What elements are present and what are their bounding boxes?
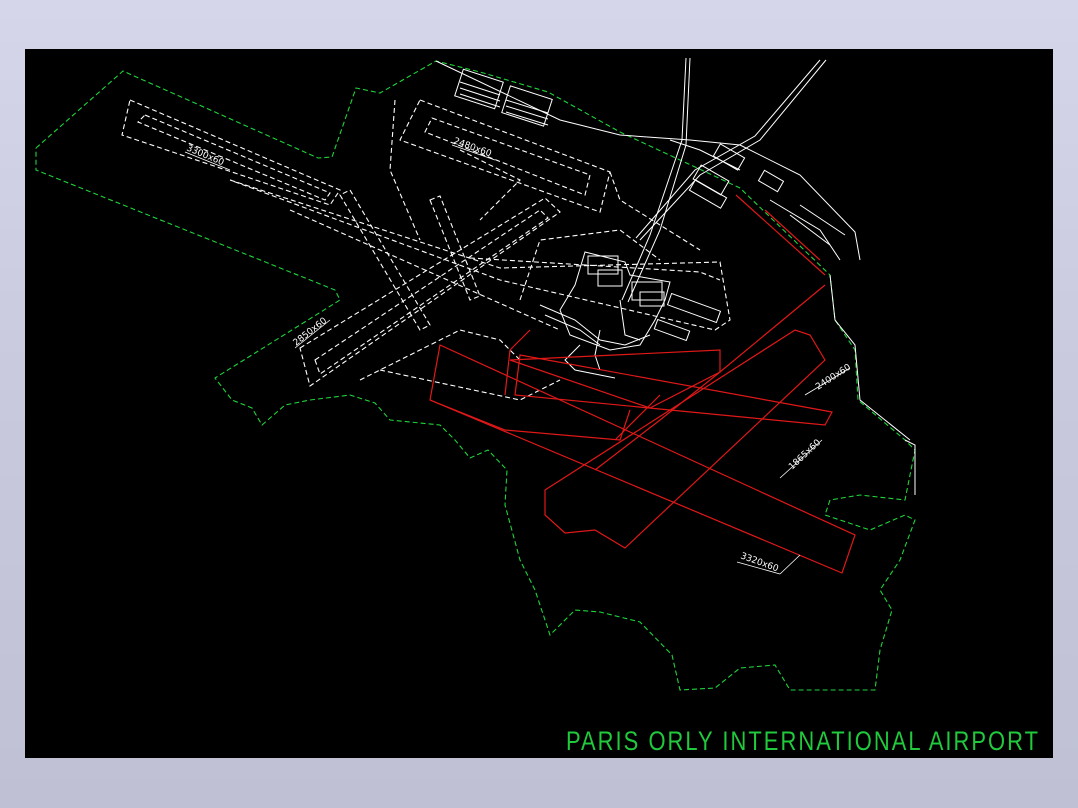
cad-drawing-canvas[interactable]: 3300x60 2480x60 2850x60 2400x60 1865x60 … [25,49,1053,758]
drawing-title: PARIS ORLY INTERNATIONAL AIRPORT [566,726,1040,756]
runway-label-3320: 3320x60 [739,551,780,574]
runway-labels: 3300x60 2480x60 2850x60 2400x60 1865x60 … [185,136,853,574]
runway-outline-2850 [299,197,561,387]
existing-terminals [435,57,916,495]
airport-boundary [35,60,916,691]
runway-2400 [544,329,826,549]
runway-label-2850: 2850x60 [292,316,330,348]
runway-outline-3300 [121,99,341,206]
existing-runways [121,99,731,401]
runway-2850-ext [429,399,631,441]
runway-label-3300: 3300x60 [185,144,226,169]
runway-1865 [514,354,833,426]
runway-3320 [429,344,856,574]
access-road [639,59,827,241]
runway-label-2480: 2480x60 [452,136,493,159]
airport-plan-svg: 3300x60 2480x60 2850x60 2400x60 1865x60 … [35,57,1040,756]
red-apron [735,194,826,276]
